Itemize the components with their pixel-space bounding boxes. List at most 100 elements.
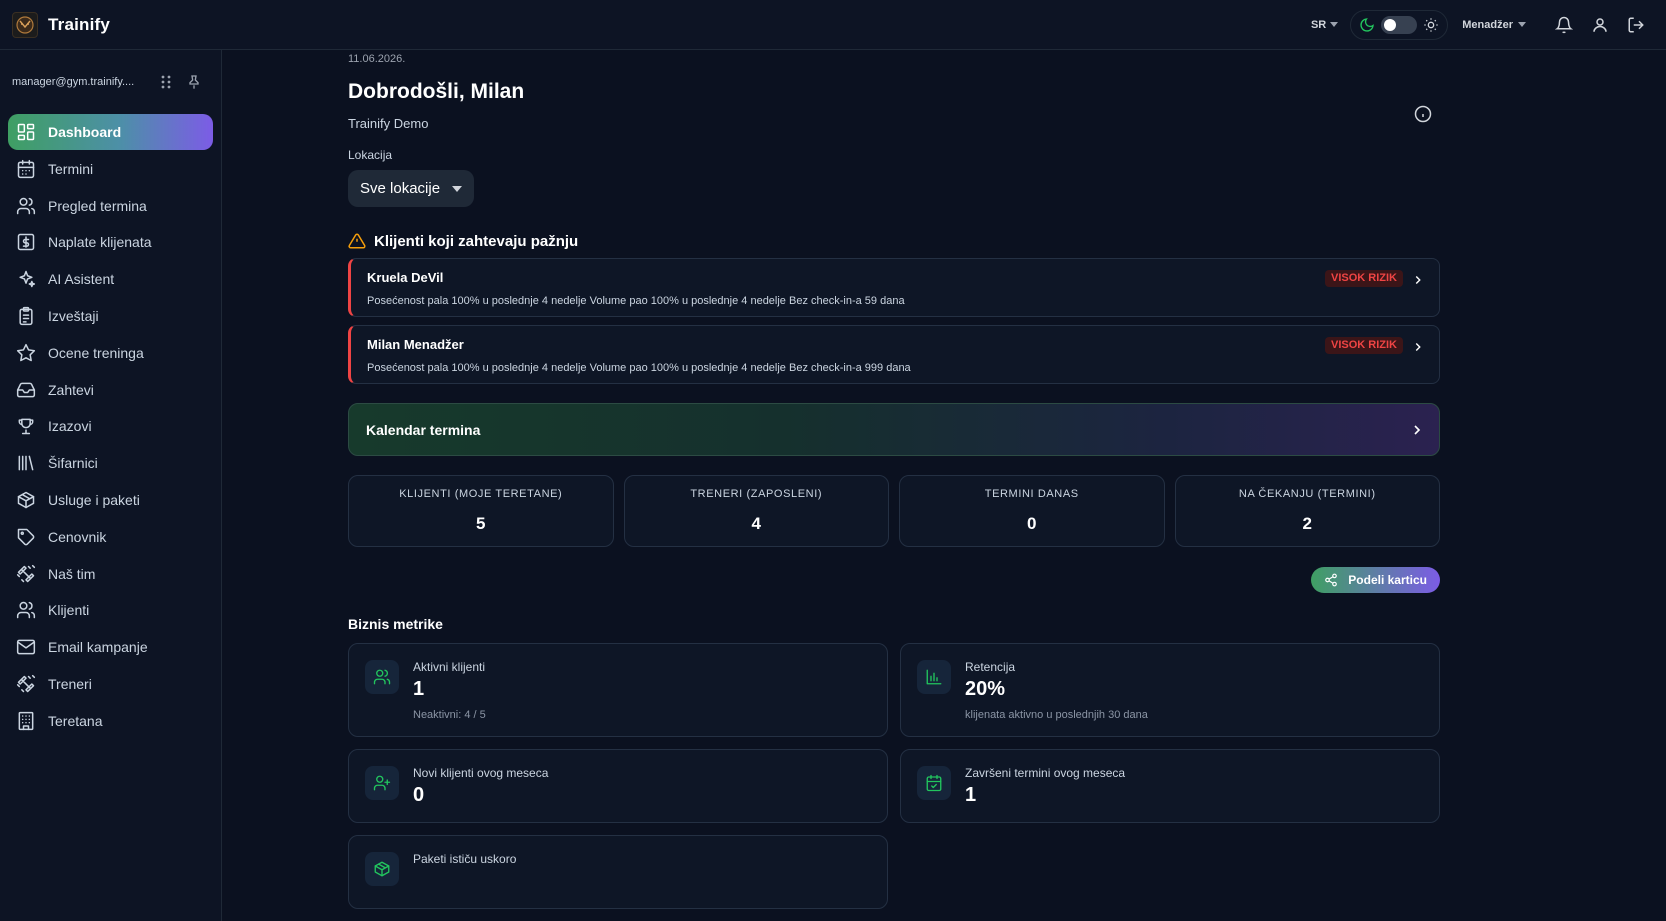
current-date: 11.06.2026. <box>348 53 406 65</box>
user-icon <box>1593 17 1607 32</box>
clipboard-icon <box>16 306 36 326</box>
risk-badge: VISOK RIZIK <box>1324 270 1403 287</box>
top-bar: Trainify SR Menadžer <box>0 0 1666 50</box>
business-metrics-title: Biznis metrike <box>348 616 443 632</box>
building-icon <box>16 711 36 731</box>
metric-value: 1 <box>965 784 977 806</box>
sidebar-item-klijenti[interactable]: Klijenti <box>8 592 213 628</box>
metric-card: Paketi ističu uskoro <box>348 835 888 909</box>
package-icon <box>16 490 36 510</box>
sidebar-item-treneri[interactable]: Treneri <box>8 666 213 702</box>
sidebar-item-naplate-klijenata[interactable]: Naplate klijenata <box>8 224 213 260</box>
sidebar-item-termini[interactable]: Termini <box>8 151 213 187</box>
alert-list: Kruela DeVil Posećenost pala 100% u posle… <box>348 258 1440 384</box>
role-selector[interactable]: Menadžer <box>1462 19 1526 31</box>
metric-subtext: klijenata aktivno u poslednjih 30 dana <box>965 709 1148 721</box>
attention-title-text: Klijenti koji zahtevaju pažnju <box>374 232 579 250</box>
sidebar-item-label: Izazovi <box>48 418 92 435</box>
star-icon <box>16 343 36 363</box>
metric-value: 0 <box>413 784 425 806</box>
sidebar-item-dashboard[interactable]: Dashboard <box>8 114 213 150</box>
brand-name[interactable]: Trainify <box>48 15 110 35</box>
sidebar-item-label: Naplate klijenata <box>48 234 152 251</box>
logout-icon <box>1628 17 1644 32</box>
metrics-grid: Aktivni klijenti 1 Neaktivni: 4 / 5 Retenci… <box>348 643 1440 909</box>
risk-badge: VISOK RIZIK <box>1324 337 1403 354</box>
sidebar-item-naš-tim[interactable]: Naš tim <box>8 556 213 592</box>
client-alert-card[interactable]: Milan Menadžer Posećenost pala 100% u pos… <box>348 325 1440 384</box>
dumbbell-icon <box>16 564 36 584</box>
role-label: Menadžer <box>1462 18 1513 31</box>
chevron-right-icon <box>1411 340 1425 354</box>
chevron-down-icon <box>1330 22 1339 27</box>
stat-value: 4 <box>751 514 761 533</box>
chevron-right-icon <box>1409 422 1425 438</box>
sun-icon <box>1423 17 1439 33</box>
location-label: Lokacija <box>348 148 393 162</box>
stat-card: TRENERI (ZAPOSLENI) 4 <box>623 475 889 547</box>
brand-logo[interactable] <box>12 11 38 38</box>
calendar-icon <box>16 159 36 179</box>
package-icon <box>365 852 399 886</box>
sidebar-item-zahtevi[interactable]: Zahtevi <box>8 372 213 408</box>
location-select[interactable]: Sve lokacije <box>348 170 475 207</box>
sidebar-item-ocene-treninga[interactable]: Ocene treninga <box>8 335 213 371</box>
page-title: Dobrodošli, Milan <box>348 80 525 103</box>
metric-label: Retencija <box>965 660 1016 674</box>
metric-subtext: Neaktivni: 4 / 5 <box>413 709 486 721</box>
attention-section-title: Klijenti koji zahtevaju pažnju <box>348 232 1440 250</box>
theme-switch[interactable] <box>1381 15 1418 34</box>
stat-card: KLIJENTI (MOJE TERETANE) 5 <box>348 475 614 547</box>
sidebar-item-label: Teretana <box>48 712 103 729</box>
sidebar-item-ai-asistent[interactable]: AI Asistent <box>8 261 213 297</box>
stat-card: TERMINI DANAS 0 <box>899 475 1165 547</box>
user-plus-icon <box>365 766 399 800</box>
moon-icon <box>1359 17 1375 33</box>
metric-label: Novi klijenti ovog meseca <box>413 766 549 780</box>
library-icon <box>16 453 36 473</box>
bell-icon <box>1555 16 1573 33</box>
client-alert-card[interactable]: Kruela DeVil Posećenost pala 100% u posle… <box>348 258 1440 317</box>
metric-value: 20% <box>965 678 1006 700</box>
notifications-button[interactable] <box>1546 7 1582 43</box>
sidebar-item-usluge-i-paketi[interactable]: Usluge i paketi <box>8 482 213 518</box>
sidebar-item-šifarnici[interactable]: Šifarnici <box>8 445 213 481</box>
theme-toggle[interactable] <box>1350 9 1449 40</box>
sidebar-item-label: Usluge i paketi <box>48 491 140 508</box>
drag-handle-icon[interactable] <box>160 75 172 89</box>
client-risk-description: Posećenost pala 100% u poslednje 4 nedel… <box>367 295 905 307</box>
stat-value: 2 <box>1302 514 1312 533</box>
sidebar-item-label: Naš tim <box>48 565 96 582</box>
sidebar-item-label: Termini <box>48 160 94 177</box>
pin-icon[interactable] <box>186 74 202 90</box>
chevron-down-icon <box>452 185 463 192</box>
sidebar-item-label: Dashboard <box>48 124 122 140</box>
calendar-card[interactable]: Kalendar termina <box>348 403 1440 456</box>
sidebar-item-izveštaji[interactable]: Izveštaji <box>8 298 213 334</box>
metric-value: 1 <box>413 678 425 700</box>
share-card-button[interactable]: Podeli karticu <box>1311 567 1440 593</box>
sidebar-item-teretana[interactable]: Teretana <box>8 703 213 739</box>
metric-label: Aktivni klijenti <box>413 660 486 674</box>
sidebar-item-cenovnik[interactable]: Cenovnik <box>8 519 213 555</box>
sidebar-user: manager@gym.trainify.... <box>0 50 221 114</box>
language-selector[interactable]: SR <box>1311 19 1339 31</box>
sidebar-item-label: Klijenti <box>48 602 90 619</box>
sidebar-item-pregled-termina[interactable]: Pregled termina <box>8 188 213 224</box>
sidebar-item-izazovi[interactable]: Izazovi <box>8 408 213 444</box>
bar-chart-icon <box>917 660 951 694</box>
sidebar-item-label: Cenovnik <box>48 528 107 545</box>
metric-card: Retencija 20% klijenata aktivno u poslednj… <box>900 643 1440 737</box>
sidebar-item-email-kampanje[interactable]: Email kampanje <box>8 629 213 665</box>
users-icon <box>365 660 399 694</box>
stat-card: NA ČEKANJU (TERMINI) 2 <box>1174 475 1440 547</box>
share-icon <box>1325 573 1338 587</box>
stats-grid: KLIJENTI (MOJE TERETANE) 5 TRENERI (ZAPOSL… <box>348 475 1440 547</box>
location-value: Sve lokacije <box>360 180 441 197</box>
stat-label: TRENERI (ZAPOSLENI) <box>690 488 823 500</box>
sidebar-item-label: AI Asistent <box>48 271 115 288</box>
profile-button[interactable] <box>1582 7 1618 43</box>
logout-button[interactable] <box>1618 7 1654 43</box>
chevron-right-icon <box>1411 273 1425 287</box>
sidebar-item-label: Zahtevi <box>48 381 94 398</box>
